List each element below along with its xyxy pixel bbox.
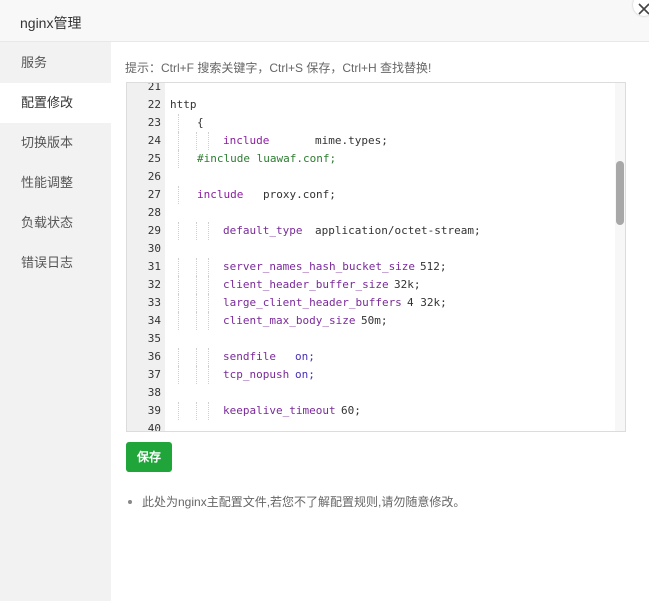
directive-value: proxy.conf; bbox=[263, 188, 336, 201]
code-line: 40 bbox=[127, 420, 615, 432]
code-line: 38 bbox=[127, 384, 615, 402]
directive-value: 512; bbox=[420, 260, 447, 273]
directive-value: 50m; bbox=[361, 314, 388, 327]
line-number: 34 bbox=[147, 314, 161, 327]
directive-value: application/octet-stream; bbox=[315, 224, 481, 237]
code-text: http bbox=[170, 98, 197, 111]
sidebar-item-label: 切换版本 bbox=[21, 135, 74, 150]
sidebar-item-label: 负载状态 bbox=[21, 215, 74, 230]
directive-value: 60; bbox=[341, 404, 361, 417]
code-line: 36 sendfile on; bbox=[127, 348, 615, 366]
close-button[interactable] bbox=[633, 0, 649, 16]
config-note: 此处为nginx主配置文件,若您不了解配置规则,请勿随意修改。 bbox=[128, 493, 465, 510]
directive-value: on; bbox=[295, 350, 315, 363]
line-number: 40 bbox=[147, 422, 161, 432]
code-line: 24 include mime.types; bbox=[127, 132, 615, 150]
directive-value: on; bbox=[295, 368, 315, 381]
line-number: 32 bbox=[147, 278, 161, 291]
scrollbar-thumb[interactable] bbox=[616, 161, 624, 225]
code-line: 37 tcp_nopush on; bbox=[127, 366, 615, 384]
code-line: 22 http bbox=[127, 96, 615, 114]
line-number: 37 bbox=[147, 368, 161, 381]
nginx-manager-dialog: nginx管理 服务 配置修改 切换版本 性能调整 负载状态 错误日志 提示：C… bbox=[0, 0, 649, 601]
code-line: 28 bbox=[127, 204, 615, 222]
editor-scrollbar[interactable] bbox=[615, 83, 625, 431]
bullet-icon bbox=[128, 499, 132, 504]
code-line: 32 client_header_buffer_size 32k; bbox=[127, 276, 615, 294]
sidebar-item-performance[interactable]: 性能调整 bbox=[0, 163, 111, 203]
code-line: 34 client_max_body_size 50m; bbox=[127, 312, 615, 330]
code-line: 30 bbox=[127, 240, 615, 258]
dialog-title: nginx管理 bbox=[20, 15, 82, 31]
line-number: 29 bbox=[147, 224, 161, 237]
line-number: 30 bbox=[147, 242, 161, 255]
line-number: 22 bbox=[147, 98, 161, 111]
directive-value: 32k; bbox=[394, 278, 421, 291]
sidebar-item-load-status[interactable]: 负载状态 bbox=[0, 203, 111, 243]
code-line: 39 keepalive_timeout 60; bbox=[127, 402, 615, 420]
line-number: 26 bbox=[147, 170, 161, 183]
code-comment: #include luawaf.conf; bbox=[197, 152, 337, 165]
sidebar-item-error-log[interactable]: 错误日志 bbox=[0, 243, 111, 283]
save-button[interactable]: 保存 bbox=[126, 442, 172, 472]
directive-value: 4 32k; bbox=[407, 296, 447, 309]
code-text: { bbox=[197, 116, 204, 129]
directive-name: include bbox=[223, 134, 270, 147]
line-number: 28 bbox=[147, 206, 161, 219]
directive-value: mime.types; bbox=[315, 134, 388, 147]
sidebar-item-switch-version[interactable]: 切换版本 bbox=[0, 123, 111, 163]
sidebar-item-service[interactable]: 服务 bbox=[0, 43, 111, 83]
line-number: 38 bbox=[147, 386, 161, 399]
directive-name: client_header_buffer_size bbox=[223, 278, 389, 291]
close-icon bbox=[638, 3, 649, 15]
code-line: 21 bbox=[127, 82, 615, 96]
editor-hint: 提示：Ctrl+F 搜索关键字，Ctrl+S 保存，Ctrl+H 查找替换! bbox=[125, 61, 432, 75]
line-number: 27 bbox=[147, 188, 161, 201]
line-number: 36 bbox=[147, 350, 161, 363]
line-number: 23 bbox=[147, 116, 161, 129]
directive-name: large_client_header_buffers bbox=[223, 296, 402, 309]
directive-name: tcp_nopush bbox=[223, 368, 290, 381]
sidebar: 服务 配置修改 切换版本 性能调整 负载状态 错误日志 bbox=[0, 42, 111, 601]
sidebar-item-label: 配置修改 bbox=[21, 95, 74, 110]
line-number: 33 bbox=[147, 296, 161, 309]
code-line: 33 large_client_header_buffers 4 32k; bbox=[127, 294, 615, 312]
code-line: 25 #include luawaf.conf; bbox=[127, 150, 615, 168]
directive-name: server_names_hash_bucket_size bbox=[223, 260, 416, 273]
code-line: 27 include proxy.conf; bbox=[127, 186, 615, 204]
line-number: 35 bbox=[147, 332, 161, 345]
line-number: 21 bbox=[147, 82, 161, 93]
code-line: 29 default_type application/octet-stream; bbox=[127, 222, 615, 240]
line-number: 24 bbox=[147, 134, 161, 147]
line-number: 25 bbox=[147, 152, 161, 165]
directive-name: client_max_body_size bbox=[223, 314, 356, 327]
sidebar-item-label: 错误日志 bbox=[21, 255, 74, 270]
note-text: 此处为nginx主配置文件,若您不了解配置规则,请勿随意修改。 bbox=[142, 495, 466, 509]
sidebar-item-config[interactable]: 配置修改 bbox=[0, 83, 111, 123]
code-line: 35 bbox=[127, 330, 615, 348]
dialog-titlebar: nginx管理 bbox=[0, 0, 649, 42]
code-line: 26 bbox=[127, 168, 615, 186]
directive-name: sendfile bbox=[223, 350, 276, 363]
line-number: 39 bbox=[147, 404, 161, 417]
directive-name: keepalive_timeout bbox=[223, 404, 336, 417]
directive-name: include bbox=[197, 188, 244, 201]
sidebar-item-label: 性能调整 bbox=[21, 175, 74, 190]
sidebar-item-label: 服务 bbox=[21, 55, 48, 70]
code-line: 31 server_names_hash_bucket_size 512; bbox=[127, 258, 615, 276]
code-line: 23 { bbox=[127, 114, 615, 132]
line-number: 31 bbox=[147, 260, 161, 273]
code-editor[interactable]: 21 22 http 23 { 24 include mime.types; 25 #in… bbox=[126, 82, 626, 432]
directive-name: default_type bbox=[223, 224, 303, 237]
